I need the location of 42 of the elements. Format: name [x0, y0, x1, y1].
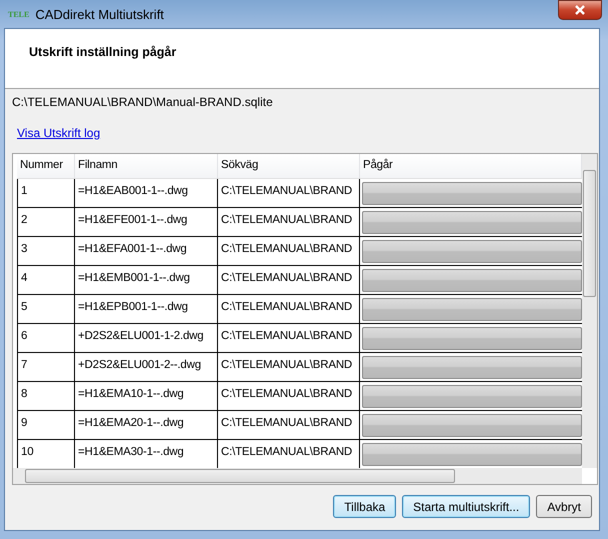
horizontal-scrollbar[interactable]	[13, 468, 582, 484]
column-header[interactable]: Nummer	[17, 154, 75, 178]
table-cell: C:\TELEMANUAL\BRAND	[218, 295, 360, 323]
table-cell: C:\TELEMANUAL\BRAND	[218, 382, 360, 410]
dialog-button[interactable]: Avbryt	[536, 495, 592, 518]
table-cell: =H1&EMB001-1--.dwg	[75, 266, 218, 294]
dialog-button[interactable]: Tillbaka	[333, 495, 396, 518]
log-link[interactable]: Visa Utskrift log	[17, 126, 100, 140]
table-cell: 8	[17, 382, 75, 410]
table-cell: 4	[17, 266, 75, 294]
table-cell: 7	[17, 353, 75, 381]
table-cell: C:\TELEMANUAL\BRAND	[218, 179, 360, 207]
window-title: CADdirekt Multiutskrift	[35, 6, 164, 22]
table-cell: =H1&EMA20-1--.dwg	[75, 411, 218, 439]
table-cell: =H1&EMA10-1--.dwg	[75, 382, 218, 410]
table-cell: +D2S2&ELU001-1-2.dwg	[75, 324, 218, 352]
close-button[interactable]	[558, 0, 602, 20]
column-header[interactable]: Sökväg	[218, 154, 360, 178]
column-header[interactable]: Filnamn	[75, 154, 218, 178]
table-cell: C:\TELEMANUAL\BRAND	[218, 353, 360, 381]
app-logo: TELE	[8, 10, 30, 18]
table-cell: =H1&EAB001-1--.dwg	[75, 179, 218, 207]
table-cell: =H1&EFE001-1--.dwg	[75, 208, 218, 236]
table-cell: C:\TELEMANUAL\BRAND	[218, 208, 360, 236]
vertical-scrollbar[interactable]	[582, 154, 597, 468]
file-path: C:\TELEMANUAL\BRAND\Manual-BRAND.sqlite	[12, 95, 274, 109]
dialog-button[interactable]: Starta multiutskrift...	[402, 495, 530, 518]
table-cell: =H1&EPB001-1--.dwg	[75, 295, 218, 323]
table-cell: 2	[17, 208, 75, 236]
table-cell: 1	[17, 179, 75, 207]
table-cell: C:\TELEMANUAL\BRAND	[218, 324, 360, 352]
table-cell: =H1&EFA001-1--.dwg	[75, 237, 218, 265]
table-cell: 3	[17, 237, 75, 265]
table-cell: +D2S2&ELU001-2--.dwg	[75, 353, 218, 381]
table-cell: C:\TELEMANUAL\BRAND	[218, 266, 360, 294]
table-cell: C:\TELEMANUAL\BRAND	[218, 411, 360, 439]
close-icon	[574, 5, 586, 15]
header-title: Utskrift inställning pågår	[29, 45, 176, 59]
table-cell: C:\TELEMANUAL\BRAND	[218, 237, 360, 265]
table-cell: 5	[17, 295, 75, 323]
table-cell: 6	[17, 324, 75, 352]
table-cell: 9	[17, 411, 75, 439]
